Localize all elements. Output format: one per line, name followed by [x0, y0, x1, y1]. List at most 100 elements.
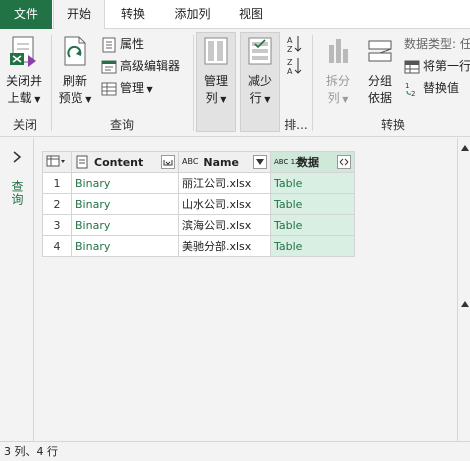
- table-header-icon: [404, 60, 420, 73]
- group-by-button[interactable]: 分组 依据: [361, 35, 399, 107]
- status-bar: 3 列、4 行: [0, 441, 470, 461]
- split-column-icon: [329, 39, 348, 63]
- cell-name[interactable]: 丽江公司.xlsx: [178, 172, 271, 194]
- cell-content[interactable]: Binary: [71, 172, 179, 194]
- properties-icon: [102, 37, 116, 52]
- group-by-label-1: 分组: [367, 74, 392, 88]
- group-divider: [312, 35, 313, 131]
- close-and-load-label-1: 关闭并: [5, 74, 42, 88]
- column-header-label: 数据: [297, 156, 319, 169]
- sort-ascending-button[interactable]: A Z: [287, 34, 303, 56]
- column-header-data[interactable]: ABC 123 数据: [270, 151, 355, 173]
- sort-descending-button[interactable]: Z A: [287, 56, 303, 78]
- tab-file[interactable]: 文件: [0, 0, 52, 29]
- split-column-label-1: 拆分: [325, 74, 350, 88]
- sort-ascending-icon: A Z: [287, 36, 302, 54]
- tab-transform[interactable]: 转换: [108, 0, 158, 29]
- cell-content[interactable]: Binary: [71, 235, 179, 257]
- scroll-up-icon[interactable]: [461, 145, 469, 151]
- group-by-label-2: 依据: [367, 91, 392, 105]
- right-scroll-strip[interactable]: [457, 138, 470, 441]
- any-type-icon[interactable]: ABC 123: [274, 158, 304, 166]
- status-text: 3 列、4 行: [4, 445, 58, 458]
- data-preview-area: Content ABC Name ABC 123 数据 1 Binary 丽江公…: [35, 138, 457, 441]
- cell-data[interactable]: Table: [270, 214, 355, 236]
- ribbon-tab-bar: 文件 开始 转换 添加列 视图: [0, 0, 470, 30]
- column-header-label: Content: [94, 155, 144, 169]
- cell-name[interactable]: 美驰分部.xlsx: [178, 235, 271, 257]
- manage-button[interactable]: 管理 ▼: [101, 78, 153, 98]
- group-divider: [193, 35, 194, 131]
- group-label-query: 查询: [109, 118, 134, 132]
- text-type-icon[interactable]: ABC: [182, 158, 198, 166]
- replace-values-icon: 1 2: [405, 82, 415, 97]
- svg-text:A: A: [287, 67, 293, 76]
- svg-text:2: 2: [411, 90, 415, 97]
- data-type-dropdown[interactable]: 数据类型: 任: [404, 34, 470, 54]
- cell-name[interactable]: 山水公司.xlsx: [178, 193, 271, 215]
- table-menu-corner[interactable]: [42, 151, 72, 173]
- refresh-label-2: 预览: [58, 91, 83, 105]
- table-row: 2 Binary 山水公司.xlsx Table: [42, 193, 355, 215]
- reduce-rows-icon: [248, 37, 272, 65]
- advanced-editor-label: 高级编辑器: [120, 59, 181, 73]
- cell-content[interactable]: Binary: [71, 214, 179, 236]
- tab-view[interactable]: 视图: [228, 0, 274, 29]
- manage-columns-label-2: 列: [205, 91, 218, 105]
- refresh-preview-button[interactable]: 刷新 预览 ▼: [56, 35, 94, 108]
- cell-content[interactable]: Binary: [71, 193, 179, 215]
- expand-chevron-icon[interactable]: [11, 150, 23, 164]
- tab-add-column[interactable]: 添加列: [165, 0, 220, 29]
- row-number[interactable]: 1: [42, 172, 72, 194]
- scroll-up-icon[interactable]: [461, 301, 469, 307]
- tab-home[interactable]: 开始: [53, 0, 105, 30]
- cell-data[interactable]: Table: [270, 193, 355, 215]
- replace-values-button[interactable]: 1 2 替换值: [404, 78, 459, 98]
- row-number[interactable]: 4: [42, 235, 72, 257]
- reduce-rows-label-2: 行: [249, 91, 262, 105]
- svg-text:1: 1: [405, 82, 409, 90]
- cell-name[interactable]: 滨海公司.xlsx: [178, 214, 271, 236]
- manage-columns-icon: [204, 37, 228, 65]
- properties-button[interactable]: 属性: [101, 34, 144, 54]
- close-and-load-icon: [10, 36, 36, 67]
- queries-pane-label[interactable]: 查询: [8, 180, 26, 206]
- first-row-header-label: 将第一行: [423, 59, 470, 73]
- table-row: 3 Binary 滨海公司.xlsx Table: [42, 214, 355, 236]
- table-row: 1 Binary 丽江公司.xlsx Table: [42, 172, 355, 194]
- manage-label: 管理: [120, 81, 145, 95]
- row-number[interactable]: 2: [42, 193, 72, 215]
- close-and-load-button[interactable]: 关闭并 上载 ▼: [2, 35, 46, 108]
- advanced-editor-icon: [101, 60, 117, 73]
- split-column-label-2: 列: [327, 91, 340, 105]
- row-number[interactable]: 3: [42, 214, 72, 236]
- expand-table-button[interactable]: [337, 155, 351, 169]
- refresh-label-1: 刷新: [62, 74, 87, 88]
- split-column-button[interactable]: 拆分 列 ▼: [318, 35, 358, 108]
- cell-data[interactable]: Table: [270, 172, 355, 194]
- svg-text:Z: Z: [287, 58, 293, 67]
- table-menu-icon: [46, 155, 65, 166]
- refresh-preview-icon: [64, 36, 86, 66]
- binary-type-icon[interactable]: [75, 155, 89, 169]
- expand-binary-button[interactable]: [161, 155, 175, 169]
- close-and-load-label-2: 上载: [7, 91, 32, 105]
- advanced-editor-button[interactable]: 高级编辑器: [101, 56, 180, 76]
- column-header-content[interactable]: Content: [71, 151, 179, 173]
- svg-text:Z: Z: [287, 45, 293, 54]
- queries-pane-collapsed: 查询: [0, 138, 34, 441]
- manage-icon: [101, 82, 117, 95]
- expand-table-icon: [339, 158, 349, 166]
- data-grid: Content ABC Name ABC 123 数据 1 Binary 丽江公…: [42, 151, 355, 257]
- cell-data[interactable]: Table: [270, 235, 355, 257]
- group-label-sort: 排...: [284, 118, 308, 132]
- sort-descending-icon: Z A: [287, 58, 302, 76]
- group-by-icon: [368, 40, 392, 62]
- reduce-rows-button[interactable]: 减少 行 ▼: [240, 35, 280, 108]
- column-header-name[interactable]: ABC Name: [178, 151, 271, 173]
- manage-columns-button[interactable]: 管理 列 ▼: [196, 35, 236, 108]
- properties-label: 属性: [120, 37, 145, 51]
- data-type-label: 数据类型: 任: [404, 37, 470, 51]
- first-row-as-header-button[interactable]: 将第一行: [404, 56, 470, 76]
- filter-dropdown-button[interactable]: [253, 155, 267, 169]
